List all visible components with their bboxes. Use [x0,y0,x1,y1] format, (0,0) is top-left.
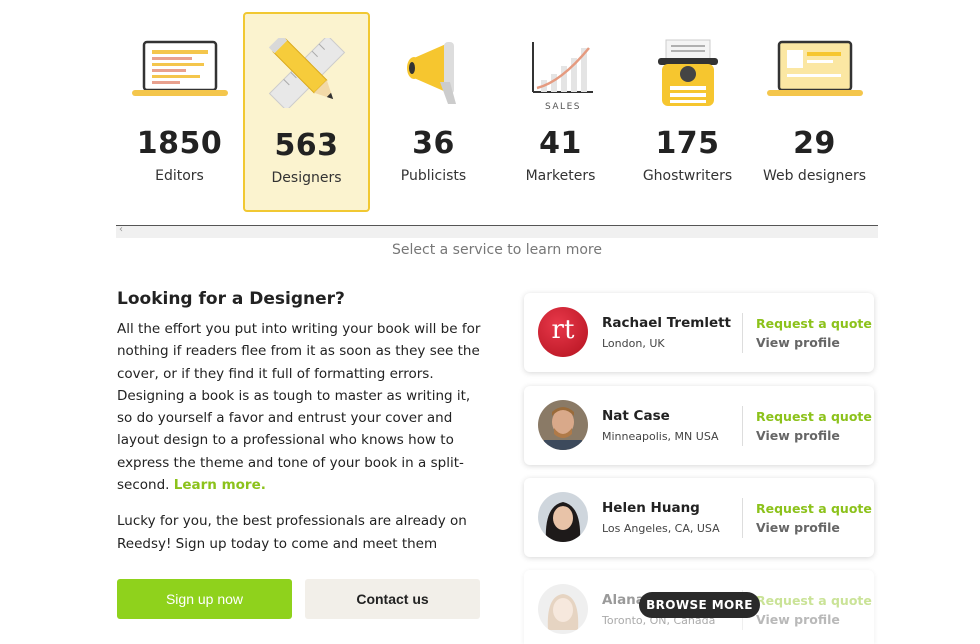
service-tile-web-designers[interactable]: 29 Web designers [751,12,878,212]
learn-more-link[interactable]: Learn more. [174,477,266,493]
service-tile-designers[interactable]: 563 Designers [243,12,370,212]
laptop-document-icon [131,40,228,96]
professional-name[interactable]: Helen Huang [602,500,700,516]
service-tile-publicists[interactable]: 36 Publicists [370,12,497,212]
avatar-photo [538,584,588,634]
horizontal-scrollbar[interactable]: ‹ [116,224,878,238]
sign-up-button[interactable]: Sign up now [117,579,292,619]
view-profile-link[interactable]: View profile [756,335,840,350]
avatar-photo [538,492,588,542]
service-label: Web designers [762,168,867,184]
service-count: 41 [539,126,582,161]
intro-paragraph: All the effort you put into writing your… [117,318,487,496]
professional-location: Los Angeles, CA, USA [602,522,720,535]
request-quote-link[interactable]: Request a quote [756,501,872,516]
designer-intro: Looking for a Designer? All the effort y… [117,289,487,555]
service-label: Publicists [400,168,467,184]
avatar[interactable]: rt [538,307,588,357]
avatar-initials: rt [551,315,575,345]
service-count: 29 [793,126,836,161]
service-tile-editors[interactable]: 1850 Editors [116,12,243,212]
signup-paragraph: Lucky for you, the best professionals ar… [117,513,467,552]
divider [742,406,743,446]
service-count: 175 [655,126,720,161]
avatar-photo [538,400,588,450]
service-label: Designers [271,170,342,186]
avatar[interactable] [538,492,588,542]
service-hint: Select a service to learn more [392,242,602,258]
section-title: Looking for a Designer? [117,289,345,309]
service-label: Ghostwriters [642,168,733,184]
service-tile-ghostwriters[interactable]: 175 Ghostwriters [624,12,751,212]
professional-card: Nat Case Minneapolis, MN USA Request a q… [524,386,874,465]
professional-name[interactable]: Rachael Tremlett [602,315,731,331]
view-profile-link[interactable]: View profile [756,428,840,443]
avatar[interactable] [538,584,588,634]
service-selector: 1850 Editors 563 Designers 36 Publicists… [116,12,878,214]
service-label: Editors [155,168,204,184]
professional-card: Helen Huang Los Angeles, CA, USA Request… [524,478,874,557]
service-label: Marketers [525,168,596,184]
service-count: 563 [274,128,339,163]
contact-us-button[interactable]: Contact us [305,579,480,619]
service-count: 1850 [136,126,223,161]
sales-label: SALES [545,102,581,112]
intro-text: All the effort you put into writing your… [117,321,481,494]
request-quote-link[interactable]: Request a quote [756,593,872,608]
service-count: 36 [412,126,455,161]
laptop-website-icon [766,40,863,96]
professional-location: Minneapolis, MN USA [602,430,719,443]
view-profile-link[interactable]: View profile [756,612,840,627]
professional-card: rt Rachael Tremlett London, UK Request a… [524,293,874,372]
request-quote-link[interactable]: Request a quote [756,409,872,424]
megaphone-icon [406,42,456,104]
professional-name[interactable]: Nat Case [602,408,670,424]
typewriter-icon [657,39,718,106]
divider [742,498,743,538]
divider [742,313,743,353]
sales-chart-icon: SALES [531,42,593,112]
professional-location: London, UK [602,337,665,350]
service-tile-marketers[interactable]: SALES 41 Marketers [497,12,624,212]
request-quote-link[interactable]: Request a quote [756,316,872,331]
avatar[interactable] [538,400,588,450]
pencil-ruler-icon [268,38,345,108]
view-profile-link[interactable]: View profile [756,520,840,535]
scroll-left-icon[interactable]: ‹ [119,224,123,235]
browse-more-button[interactable]: BROWSE MORE [639,592,760,618]
